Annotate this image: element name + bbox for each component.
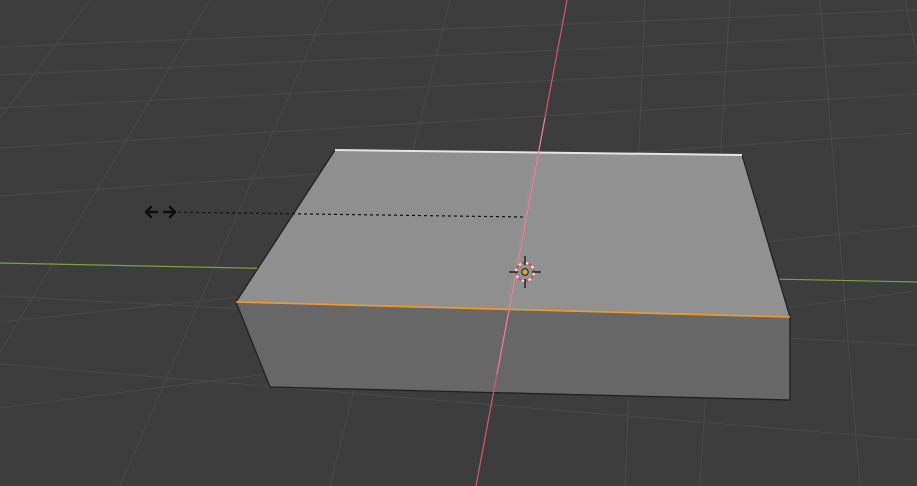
pivot-point-icon [521, 268, 529, 276]
cube-front-face[interactable] [236, 302, 790, 400]
3d-viewport[interactable] [0, 0, 917, 486]
viewport-canvas[interactable] [0, 0, 917, 486]
cube-top-face-shade [505, 152, 790, 317]
